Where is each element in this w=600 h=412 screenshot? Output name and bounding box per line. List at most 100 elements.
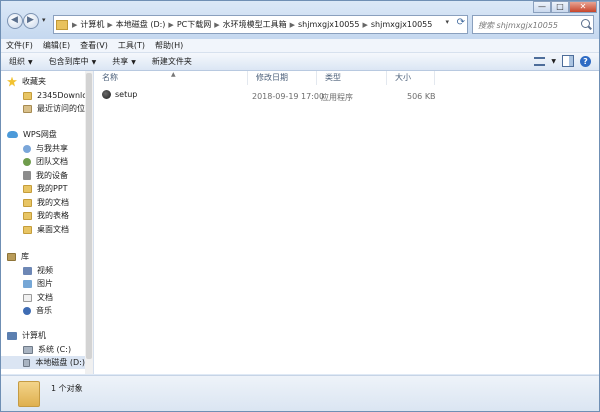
nav-item-pictures[interactable]: 图片 <box>23 277 53 290</box>
menu-bar: 文件(F) 编辑(E) 查看(V) 工具(T) 帮助(H) <box>1 39 599 53</box>
search-placeholder: 搜索 shjmxgjx10055 <box>478 21 559 30</box>
nav-item-label: 音乐 <box>36 306 52 315</box>
chevron-right-icon: ▶ <box>72 20 78 29</box>
file-list: 名称 ▲ 修改日期 类型 大小 setup 2018-09-19 17:00 应… <box>94 71 599 374</box>
include-library-button[interactable]: 包含到库中 ▼ <box>41 56 105 67</box>
column-name-label: 名称 <box>102 73 118 82</box>
nav-item-drive-c[interactable]: 系统 (C:) <box>23 343 71 356</box>
nav-item-label: 我的文档 <box>37 198 69 207</box>
shared-icon <box>23 144 31 153</box>
breadcrumb-folder-1[interactable]: shjmxgjx10055 <box>296 20 361 29</box>
nav-item-music[interactable]: 音乐 <box>23 304 52 317</box>
address-dropdown-icon[interactable]: ▾ <box>445 18 449 26</box>
breadcrumb-toolbox[interactable]: 水环境模型工具箱 <box>221 19 289 30</box>
nav-wps-label: WPS网盘 <box>23 130 57 139</box>
breadcrumb-drive-d[interactable]: 本地磁盘 (D:) <box>114 19 168 30</box>
recent-places-icon <box>23 104 32 113</box>
nav-libraries-label: 库 <box>21 252 29 261</box>
nav-item-desktop-docs[interactable]: 桌面文档 <box>23 223 69 236</box>
nav-wps[interactable]: WPS网盘 <box>7 128 57 141</box>
nav-item-drive-d[interactable]: 本地磁盘 (D:) <box>1 356 85 369</box>
arrow-left-icon: ◀ <box>11 15 18 25</box>
breadcrumb-folder-2[interactable]: shjmxgjx10055 <box>369 20 434 29</box>
folder-icon <box>23 211 32 220</box>
nav-item-shared[interactable]: 与我共享 <box>23 142 68 155</box>
chevron-down-icon[interactable]: ▼ <box>551 58 556 65</box>
maximize-button[interactable]: □ <box>551 1 569 13</box>
forward-button[interactable]: ▶ <box>23 13 39 29</box>
chevron-right-icon[interactable]: ▶ <box>106 21 113 29</box>
nav-item-my-ppt[interactable]: 我的PPT <box>23 182 68 195</box>
nav-item-my-sheets[interactable]: 我的表格 <box>23 209 69 222</box>
refresh-icon[interactable]: ⟳ <box>457 17 465 28</box>
chevron-right-icon[interactable]: ▶ <box>289 21 296 29</box>
nav-libraries[interactable]: 库 <box>7 250 29 263</box>
file-type: 应用程序 <box>321 93 353 102</box>
star-icon <box>7 76 17 87</box>
library-icon <box>7 252 16 261</box>
chevron-right-icon[interactable]: ▶ <box>213 21 220 29</box>
column-header-type[interactable]: 类型 <box>317 71 387 85</box>
nav-item-documents[interactable]: 文档 <box>23 291 53 304</box>
file-size: 506 KB <box>407 92 436 101</box>
nav-item-2345download[interactable]: 2345Download <box>23 89 93 102</box>
details-pane: 1 个对象 <box>1 375 599 411</box>
nav-item-my-docs[interactable]: 我的文档 <box>23 196 69 209</box>
file-name: setup <box>115 90 138 99</box>
nav-item-my-devices[interactable]: 我的设备 <box>23 169 68 182</box>
arrow-right-icon: ▶ <box>27 15 34 25</box>
breadcrumb-computer[interactable]: 计算机 <box>78 19 106 30</box>
column-header-name[interactable]: 名称 ▲ <box>94 71 248 85</box>
nav-favorites[interactable]: 收藏夹 <box>7 75 46 88</box>
breadcrumb-pc-download[interactable]: PC下载网 <box>175 19 213 30</box>
column-header-size[interactable]: 大小 <box>387 71 435 85</box>
file-date: 2018-09-19 17:00 <box>252 92 325 101</box>
file-row[interactable]: setup 2018-09-19 17:00 应用程序 506 KB <box>94 90 599 103</box>
menu-help[interactable]: 帮助(H) <box>150 40 188 51</box>
file-name-cell: setup <box>102 90 137 99</box>
nav-scrollbar[interactable] <box>85 71 93 374</box>
nav-item-label: 本地磁盘 (D:) <box>35 358 85 367</box>
chevron-right-icon[interactable]: ▶ <box>362 21 369 29</box>
nav-favorites-label: 收藏夹 <box>22 77 46 86</box>
window-controls: — □ ✕ <box>533 1 597 13</box>
menu-view[interactable]: 查看(V) <box>75 40 113 51</box>
help-icon[interactable]: ? <box>580 55 591 67</box>
menu-edit[interactable]: 编辑(E) <box>38 40 75 51</box>
nav-computer[interactable]: 计算机 <box>7 329 46 342</box>
menu-tools[interactable]: 工具(T) <box>113 40 150 51</box>
command-bar: 组织 ▼ 包含到库中 ▼ 共享 ▼ 新建文件夹 ▼ ? <box>1 53 599 71</box>
share-label: 共享 <box>112 57 129 66</box>
nav-item-label: 团队文档 <box>36 157 68 166</box>
item-count: 1 个对象 <box>51 384 83 393</box>
address-bar[interactable]: ▶ 计算机 ▶ 本地磁盘 (D:) ▶ PC下载网 ▶ 水环境模型工具箱 ▶ s… <box>53 15 468 34</box>
back-button[interactable]: ◀ <box>7 13 23 29</box>
view-options-icon[interactable] <box>534 56 546 66</box>
close-button[interactable]: ✕ <box>569 1 597 13</box>
nav-item-team-docs[interactable]: 团队文档 <box>23 155 68 168</box>
folder-icon <box>23 225 32 234</box>
chevron-down-icon: ▼ <box>28 59 33 66</box>
music-icon <box>23 306 31 315</box>
preview-pane-icon[interactable] <box>562 55 574 67</box>
nav-item-recent[interactable]: 最近访问的位置 <box>23 102 93 115</box>
folder-icon <box>56 19 68 30</box>
nav-item-label: 系统 (C:) <box>38 345 72 354</box>
search-input[interactable]: 搜索 shjmxgjx10055 <box>472 15 594 34</box>
nav-item-videos[interactable]: 视频 <box>23 264 53 277</box>
nav-computer-label: 计算机 <box>22 331 46 340</box>
nav-item-label: 我的设备 <box>36 171 68 180</box>
menu-file[interactable]: 文件(F) <box>1 40 38 51</box>
minimize-button[interactable]: — <box>533 1 551 13</box>
chevron-right-icon[interactable]: ▶ <box>167 21 174 29</box>
nav-item-label: 视频 <box>37 266 53 275</box>
share-button[interactable]: 共享 ▼ <box>104 56 144 67</box>
organize-button[interactable]: 组织 ▼ <box>1 56 41 67</box>
scrollbar-thumb[interactable] <box>86 73 92 359</box>
nav-item-label: 我的PPT <box>37 184 68 193</box>
column-header-date[interactable]: 修改日期 <box>248 71 317 85</box>
new-folder-button[interactable]: 新建文件夹 <box>144 56 200 67</box>
recent-pages-dropdown[interactable]: ▾ <box>42 16 46 24</box>
toolbar-right: ▼ ? <box>534 55 591 67</box>
folder-icon <box>18 381 40 407</box>
